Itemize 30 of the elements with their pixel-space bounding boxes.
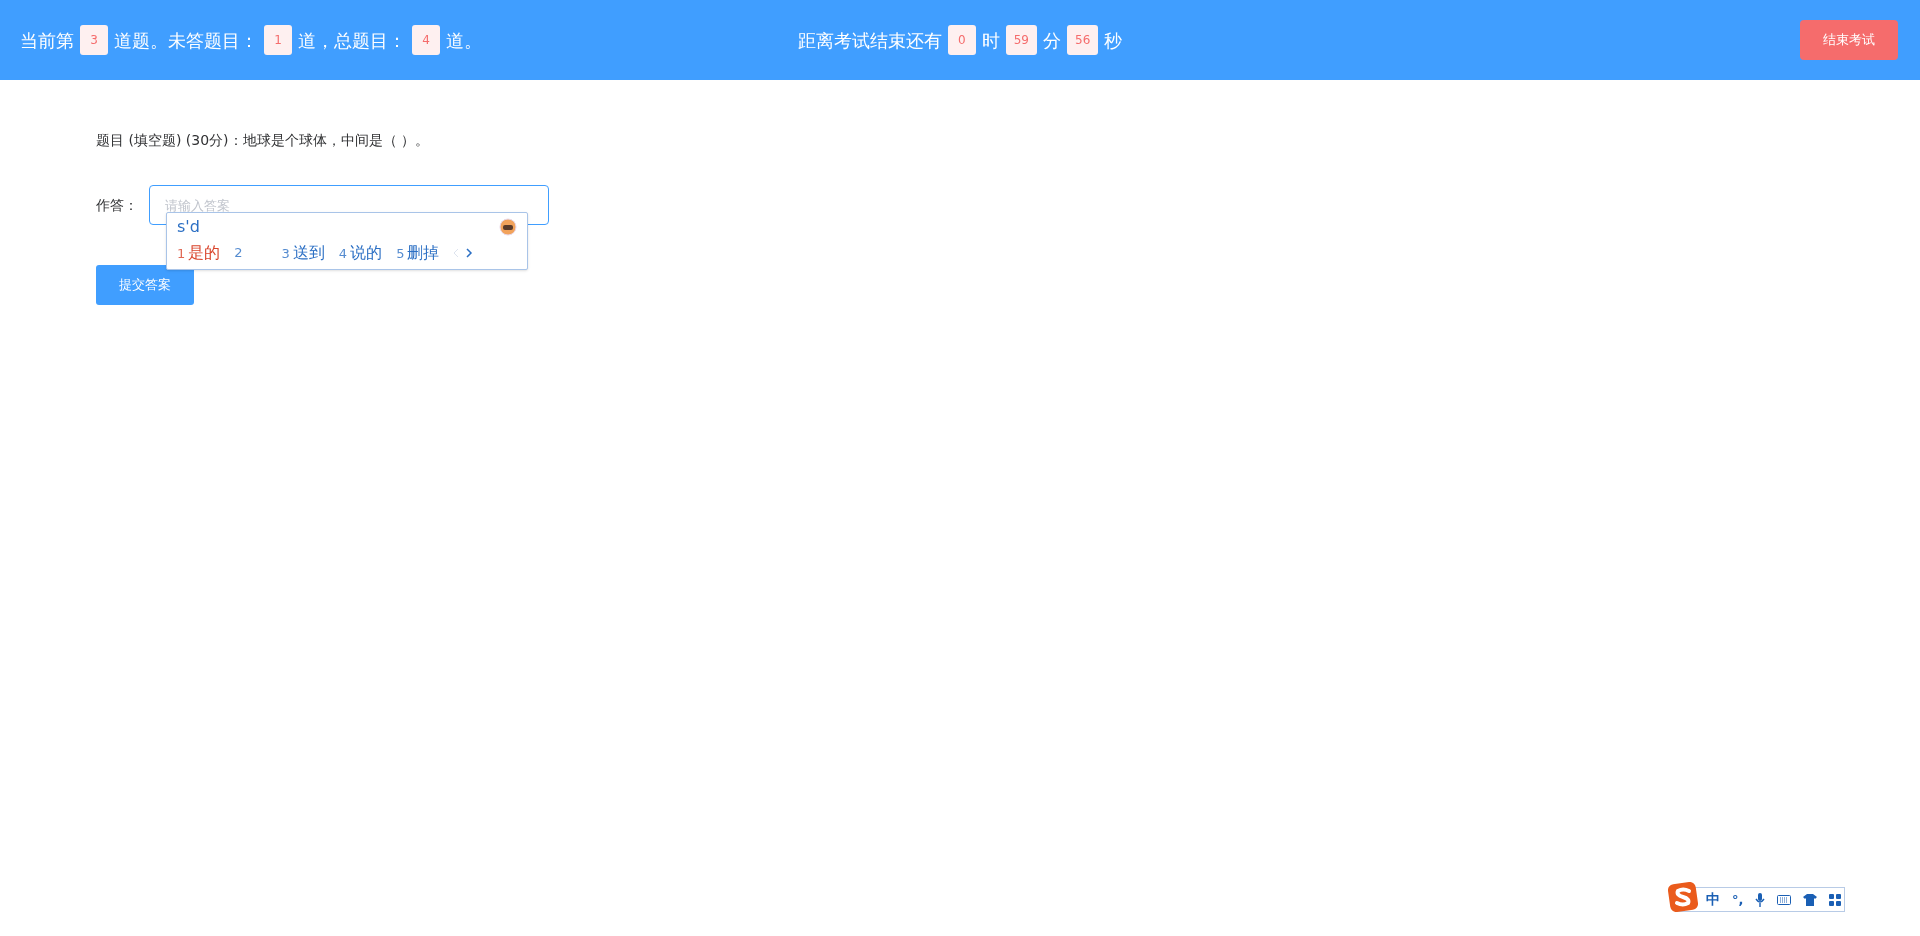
question-text: 题目 (填空题) (30分)：地球是个球体，中间是（ ）。 — [96, 131, 430, 150]
count-badge: 4 — [412, 25, 440, 55]
ime-candidate[interactable]: 4 说的 — [338, 241, 383, 265]
answer-label: 作答： — [96, 195, 139, 215]
grid-icon[interactable] — [1829, 893, 1842, 906]
count-badge: 1 — [264, 25, 292, 55]
ime-candidate[interactable]: 5 删掉 — [396, 241, 440, 265]
keyboard-icon[interactable] — [1777, 894, 1792, 905]
shirt-icon[interactable] — [1803, 893, 1818, 906]
count-badge: 3 — [80, 25, 108, 55]
ime-candidate[interactable]: 1 是的 — [177, 241, 221, 265]
mascot-icon — [499, 218, 517, 236]
ime-candidate[interactable]: 3 送到 — [281, 241, 325, 265]
submit-answer-button[interactable]: 提交答案 — [96, 265, 194, 305]
count-badge: 56 — [1067, 25, 1099, 55]
punctuation-mode-text[interactable]: °, — [1732, 889, 1744, 910]
ime-candidate[interactable]: 2 — [234, 243, 268, 263]
progress-text: 当前第 — [20, 28, 74, 53]
timer-text: 秒 — [1104, 28, 1123, 53]
timer-text: 距离考试结束还有 — [797, 28, 942, 53]
progress-text: 道。 — [446, 28, 482, 53]
progress-text: 道题。未答题目： — [114, 28, 258, 53]
microphone-icon[interactable] — [1755, 892, 1766, 907]
progress-text: 道，总题目： — [298, 28, 406, 53]
end-exam-button[interactable]: 结束考试 — [1800, 20, 1898, 60]
count-badge: 59 — [1005, 25, 1037, 55]
count-badge: 0 — [947, 25, 976, 55]
language-mode-text[interactable]: 中 — [1706, 889, 1720, 910]
timer-text: 分 — [1043, 28, 1061, 53]
timer-text: 时 — [981, 28, 1000, 53]
